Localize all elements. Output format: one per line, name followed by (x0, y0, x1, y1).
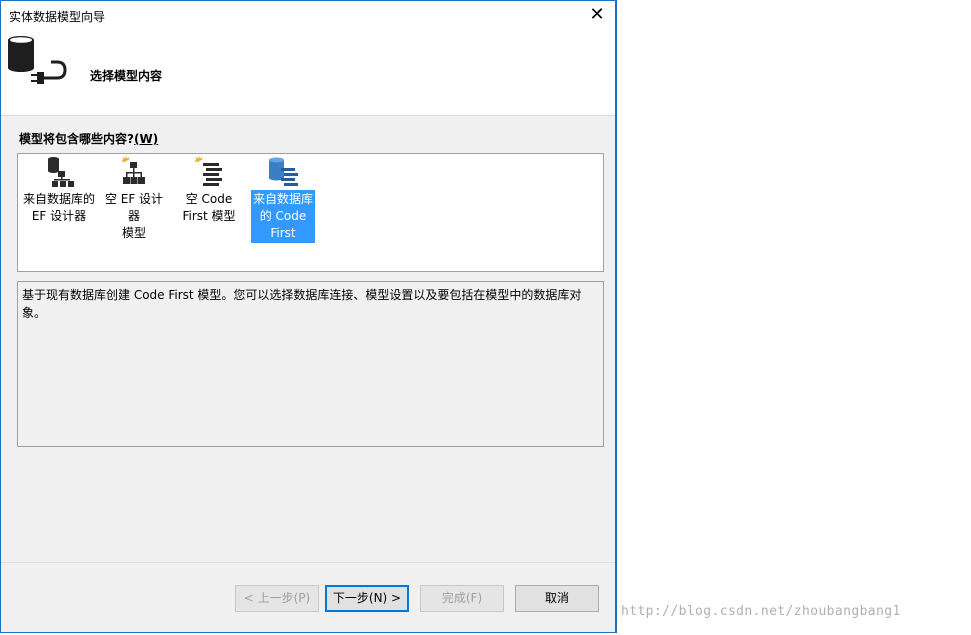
database-connect-icon (5, 34, 69, 93)
empty-diagram-icon (98, 156, 170, 190)
back-button[interactable]: < 上一步(P) (235, 585, 319, 612)
window-title: 实体数据模型向导 (9, 10, 106, 24)
wizard-header: 选择模型内容 (1, 31, 615, 116)
finish-button[interactable]: 完成(F) (420, 585, 504, 612)
empty-code-first-icon (176, 156, 242, 190)
option-empty-ef-designer[interactable]: 空 EF 设计器 模型 (98, 156, 170, 243)
content-question-label: 模型将包含哪些内容?(W) (19, 132, 159, 146)
footer-divider (1, 562, 615, 563)
option-code-first-from-database[interactable]: 来自数据库 的 Code First (251, 156, 315, 243)
model-content-list: 来自数据库的 EF 设计器 空 EF 设计器 模型 空 Code First 模… (17, 153, 604, 272)
option-empty-code-first[interactable]: 空 Code First 模型 (176, 156, 242, 226)
option-ef-designer-from-database[interactable]: 来自数据库的 EF 设计器 (20, 156, 98, 226)
wizard-dialog: 实体数据模型向导 ✕ 选择模型内容 模型将包含哪些内容?(W) 来自数据库的 E… (0, 0, 617, 633)
option-description: 基于现有数据库创建 Code First 模型。您可以选择数据库连接、模型设置以… (17, 281, 604, 447)
database-code-first-icon (251, 156, 315, 190)
title-bar: 实体数据模型向导 ✕ (1, 1, 615, 31)
page-title: 选择模型内容 (90, 69, 163, 83)
cancel-button[interactable]: 取消 (515, 585, 599, 612)
database-diagram-icon (20, 156, 98, 190)
watermark: http://blog.csdn.net/zhoubangbang1 (621, 604, 901, 619)
close-button[interactable]: ✕ (585, 4, 609, 26)
next-button[interactable]: 下一步(N) > (325, 585, 409, 612)
